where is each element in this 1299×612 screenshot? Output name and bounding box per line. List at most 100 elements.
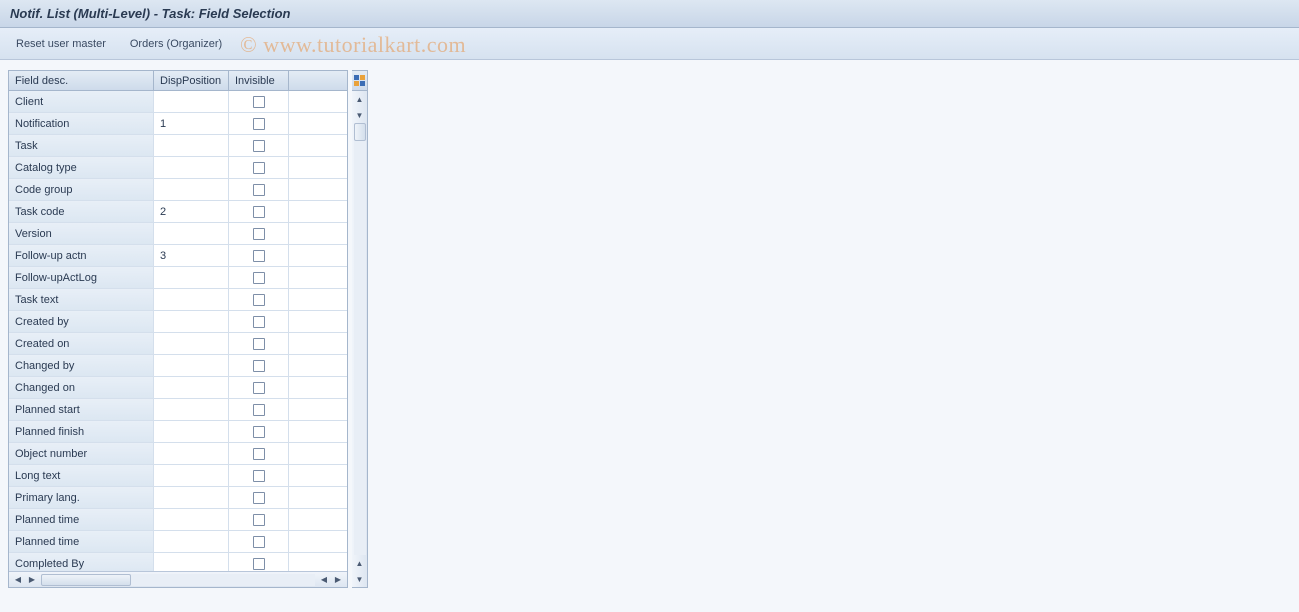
invisible-cell[interactable] [229, 135, 289, 157]
column-header-invisible[interactable]: Invisible [229, 71, 289, 90]
table-row[interactable]: Changed on [9, 377, 347, 399]
invisible-checkbox[interactable] [253, 250, 265, 262]
disp-position-cell[interactable] [154, 179, 229, 201]
invisible-checkbox[interactable] [253, 558, 265, 570]
table-config-button[interactable] [352, 71, 367, 91]
table-row[interactable]: Planned finish [9, 421, 347, 443]
disp-position-cell[interactable] [154, 421, 229, 443]
hscroll-thumb[interactable] [41, 574, 131, 586]
invisible-checkbox[interactable] [253, 118, 265, 130]
invisible-cell[interactable] [229, 113, 289, 135]
table-row[interactable]: Primary lang. [9, 487, 347, 509]
table-row[interactable]: Created by [9, 311, 347, 333]
table-row[interactable]: Completed By [9, 553, 347, 571]
disp-position-cell[interactable] [154, 157, 229, 179]
invisible-checkbox[interactable] [253, 382, 265, 394]
invisible-checkbox[interactable] [253, 338, 265, 350]
horizontal-scrollbar[interactable]: ◀ ▶ ◀ ▶ [9, 571, 347, 587]
disp-position-cell[interactable]: 2 [154, 201, 229, 223]
table-row[interactable]: Planned start [9, 399, 347, 421]
table-row[interactable]: Follow-upActLog [9, 267, 347, 289]
disp-position-cell[interactable] [154, 553, 229, 571]
disp-position-cell[interactable] [154, 531, 229, 553]
table-row[interactable]: Version [9, 223, 347, 245]
invisible-cell[interactable] [229, 487, 289, 509]
vertical-scrollbar[interactable]: ▲ ▼ ▲ ▼ [352, 70, 368, 588]
disp-position-cell[interactable] [154, 223, 229, 245]
invisible-cell[interactable] [229, 179, 289, 201]
table-row[interactable]: Client [9, 91, 347, 113]
scroll-down-end-arrow-icon[interactable]: ▼ [353, 572, 367, 586]
disp-position-cell[interactable] [154, 311, 229, 333]
invisible-checkbox[interactable] [253, 448, 265, 460]
invisible-cell[interactable] [229, 377, 289, 399]
table-row[interactable]: Notification1 [9, 113, 347, 135]
vscroll-track[interactable] [354, 123, 366, 555]
disp-position-cell[interactable]: 1 [154, 113, 229, 135]
disp-position-cell[interactable] [154, 355, 229, 377]
invisible-cell[interactable] [229, 509, 289, 531]
invisible-cell[interactable] [229, 157, 289, 179]
scroll-left-end-arrow-icon[interactable]: ◀ [317, 574, 331, 586]
scroll-down-arrow-icon[interactable]: ▼ [353, 108, 367, 122]
invisible-checkbox[interactable] [253, 316, 265, 328]
disp-position-cell[interactable] [154, 289, 229, 311]
invisible-cell[interactable] [229, 223, 289, 245]
table-row[interactable]: Planned time [9, 531, 347, 553]
invisible-checkbox[interactable] [253, 514, 265, 526]
invisible-checkbox[interactable] [253, 184, 265, 196]
invisible-checkbox[interactable] [253, 206, 265, 218]
table-row[interactable]: Task text [9, 289, 347, 311]
invisible-cell[interactable] [229, 443, 289, 465]
table-row[interactable]: Catalog type [9, 157, 347, 179]
table-row[interactable]: Code group [9, 179, 347, 201]
invisible-cell[interactable] [229, 245, 289, 267]
invisible-cell[interactable] [229, 201, 289, 223]
invisible-checkbox[interactable] [253, 404, 265, 416]
disp-position-cell[interactable] [154, 333, 229, 355]
invisible-cell[interactable] [229, 531, 289, 553]
table-row[interactable]: Object number [9, 443, 347, 465]
column-header-disp-position[interactable]: DispPosition [154, 71, 229, 90]
invisible-checkbox[interactable] [253, 470, 265, 482]
scroll-up-end-arrow-icon[interactable]: ▲ [353, 556, 367, 570]
invisible-cell[interactable] [229, 465, 289, 487]
table-row[interactable]: Created on [9, 333, 347, 355]
scroll-left-arrow-icon[interactable]: ◀ [11, 574, 25, 586]
vscroll-thumb[interactable] [354, 123, 366, 141]
invisible-cell[interactable] [229, 91, 289, 113]
hscroll-track[interactable] [41, 574, 315, 586]
table-row[interactable]: Changed by [9, 355, 347, 377]
disp-position-cell[interactable] [154, 465, 229, 487]
invisible-checkbox[interactable] [253, 426, 265, 438]
reset-user-master-button[interactable]: Reset user master [10, 34, 112, 54]
invisible-checkbox[interactable] [253, 96, 265, 108]
disp-position-cell[interactable] [154, 377, 229, 399]
invisible-checkbox[interactable] [253, 294, 265, 306]
invisible-cell[interactable] [229, 421, 289, 443]
invisible-cell[interactable] [229, 267, 289, 289]
invisible-checkbox[interactable] [253, 140, 265, 152]
disp-position-cell[interactable] [154, 443, 229, 465]
invisible-cell[interactable] [229, 289, 289, 311]
disp-position-cell[interactable] [154, 399, 229, 421]
invisible-checkbox[interactable] [253, 360, 265, 372]
invisible-cell[interactable] [229, 311, 289, 333]
scroll-up-arrow-icon[interactable]: ▲ [353, 92, 367, 106]
disp-position-cell[interactable] [154, 267, 229, 289]
table-row[interactable]: Follow-up actn3 [9, 245, 347, 267]
column-header-field-desc[interactable]: Field desc. [9, 71, 154, 90]
table-row[interactable]: Task [9, 135, 347, 157]
invisible-checkbox[interactable] [253, 162, 265, 174]
disp-position-cell[interactable]: 3 [154, 245, 229, 267]
table-row[interactable]: Task code2 [9, 201, 347, 223]
disp-position-cell[interactable] [154, 135, 229, 157]
scroll-right-end-arrow-icon[interactable]: ▶ [331, 574, 345, 586]
disp-position-cell[interactable] [154, 509, 229, 531]
invisible-cell[interactable] [229, 553, 289, 571]
disp-position-cell[interactable] [154, 91, 229, 113]
table-row[interactable]: Planned time [9, 509, 347, 531]
invisible-cell[interactable] [229, 399, 289, 421]
invisible-checkbox[interactable] [253, 492, 265, 504]
invisible-cell[interactable] [229, 355, 289, 377]
